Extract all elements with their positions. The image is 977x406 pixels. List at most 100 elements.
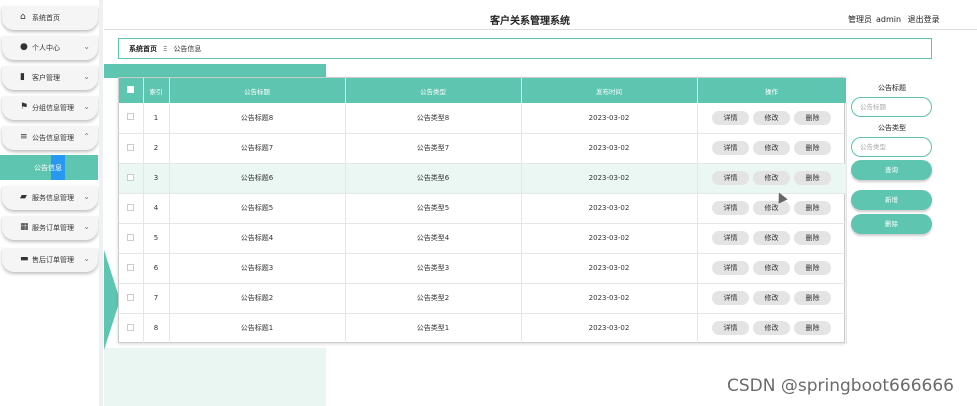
edit-button[interactable]: 修改: [753, 261, 790, 275]
type-filter-input[interactable]: [851, 137, 932, 157]
sidebar-item-notices[interactable]: ≡ 公告信息管理 ⌃: [2, 126, 98, 150]
cell-date: 2023-03-02: [521, 283, 698, 313]
folder-icon: ▰: [20, 192, 27, 202]
chevron-down-icon: ⌄: [83, 222, 90, 231]
user-icon: ●: [20, 42, 28, 52]
sidebar: ⌂ 系统首页 ● 个人中心 ⌄ ▮ 客户管理 ⌄ ⚑ 分组信息管理 ⌄ ≡ 公告…: [0, 0, 100, 406]
cell-title: 公告标题8: [169, 103, 346, 133]
detail-button[interactable]: 详情: [712, 291, 749, 305]
detail-button[interactable]: 详情: [712, 171, 749, 185]
sidebar-item-label: 个人中心: [32, 44, 60, 52]
cell-index: 7: [143, 283, 170, 313]
column-header-title: 公告标题: [169, 78, 346, 103]
cell-type: 公告类型5: [345, 193, 522, 223]
breadcrumb-separator-icon: Ξ: [163, 44, 168, 53]
cell-title: 公告标题1: [169, 313, 346, 343]
row-checkbox[interactable]: [119, 253, 144, 283]
breadcrumb: 系统首页 Ξ 公告信息: [118, 38, 932, 59]
query-button[interactable]: 查询: [851, 160, 932, 180]
logout-link[interactable]: 退出登录: [908, 15, 940, 24]
edit-button[interactable]: 修改: [753, 231, 790, 245]
cell-type: 公告类型1: [345, 313, 522, 343]
column-header-actions: 操作: [697, 78, 847, 103]
delete-button[interactable]: 删除: [794, 231, 831, 245]
chevron-down-icon: ⌄: [83, 72, 90, 81]
home-icon: ⌂: [20, 12, 26, 22]
edit-button[interactable]: 修改: [753, 291, 790, 305]
detail-button[interactable]: 详情: [712, 261, 749, 275]
breadcrumb-current: 公告信息: [173, 44, 202, 53]
cell-index: 1: [143, 103, 170, 133]
edit-button[interactable]: 修改: [753, 110, 790, 125]
sidebar-item-customers[interactable]: ▮ 客户管理 ⌄: [2, 66, 98, 90]
title-filter-input[interactable]: [851, 97, 932, 117]
sidebar-subitem-notice-info[interactable]: 公告信息: [0, 155, 98, 180]
row-checkbox[interactable]: [119, 313, 144, 343]
add-button[interactable]: 新增: [851, 190, 932, 210]
cell-actions: 详情 修改 删除: [697, 283, 847, 313]
inbox-icon: ▬: [20, 254, 29, 264]
row-checkbox[interactable]: [119, 193, 144, 223]
batch-delete-button[interactable]: 删除: [851, 214, 932, 234]
delete-button[interactable]: 删除: [794, 141, 831, 155]
cell-type: 公告类型6: [345, 163, 522, 193]
app-title: 客户关系管理系统: [490, 16, 570, 27]
delete-button[interactable]: 删除: [794, 171, 831, 185]
cell-index: 6: [143, 253, 170, 283]
detail-button[interactable]: 详情: [712, 321, 749, 335]
sidebar-item-aftersales-orders[interactable]: ▬ 售后订单管理 ⌄: [2, 248, 98, 272]
sidebar-item-label: 服务信息管理: [32, 194, 74, 202]
notice-table: 索引 公告标题 公告类型 发布时间 操作 1 公告标题8 公告类型8 2023-03-…: [118, 77, 847, 343]
chevron-down-icon: ⌄: [83, 192, 90, 201]
edit-button[interactable]: 修改: [753, 171, 790, 185]
cell-actions: 详情 修改 删除: [697, 313, 847, 343]
sidebar-item-label: 分组信息管理: [32, 104, 74, 112]
detail-button[interactable]: 详情: [712, 201, 749, 215]
column-header-index: 索引: [143, 78, 170, 103]
row-checkbox[interactable]: [119, 103, 144, 133]
cell-actions: 详情 修改 删除: [697, 223, 847, 253]
row-checkbox[interactable]: [119, 223, 144, 253]
cell-date: 2023-03-02: [521, 103, 698, 133]
username: admin: [876, 15, 902, 24]
detail-button[interactable]: 详情: [712, 110, 749, 125]
edit-button[interactable]: 修改: [753, 201, 790, 215]
sidebar-item-services[interactable]: ▰ 服务信息管理 ⌄: [2, 186, 98, 210]
cell-actions: 详情 修改 删除: [697, 253, 847, 283]
edit-button[interactable]: 修改: [753, 321, 790, 335]
flag-icon: ⚑: [20, 102, 29, 112]
detail-button[interactable]: 详情: [712, 231, 749, 245]
delete-button[interactable]: 删除: [794, 261, 831, 275]
row-checkbox[interactable]: [119, 163, 144, 193]
sidebar-item-profile[interactable]: ● 个人中心 ⌄: [2, 36, 98, 60]
table-row: 8 公告标题1 公告类型1 2023-03-02 详情 修改 删除: [119, 313, 847, 343]
sidebar-item-home[interactable]: ⌂ 系统首页: [2, 6, 98, 30]
cell-title: 公告标题3: [169, 253, 346, 283]
cell-type: 公告类型8: [345, 103, 522, 133]
breadcrumb-home[interactable]: 系统首页: [129, 44, 157, 54]
row-checkbox[interactable]: [119, 133, 144, 163]
cell-date: 2023-03-02: [521, 133, 698, 163]
sidebar-item-groups[interactable]: ⚑ 分组信息管理 ⌄: [2, 96, 98, 120]
cell-title: 公告标题6: [169, 163, 346, 193]
select-all-checkbox[interactable]: [119, 78, 144, 103]
delete-button[interactable]: 删除: [794, 110, 831, 125]
table-row: 7 公告标题2 公告类型2 2023-03-02 详情 修改 删除: [119, 283, 847, 313]
cell-actions: 详情 修改 删除: [697, 193, 847, 223]
cell-title: 公告标题4: [169, 223, 346, 253]
watermark: CSDN @springboot666666: [727, 376, 954, 396]
delete-button[interactable]: 删除: [794, 201, 831, 215]
detail-button[interactable]: 详情: [712, 141, 749, 155]
edit-button[interactable]: 修改: [753, 141, 790, 155]
table-header-row: 索引 公告标题 公告类型 发布时间 操作: [119, 78, 847, 103]
cell-index: 3: [143, 163, 170, 193]
sidebar-item-label: 售后订单管理: [32, 256, 74, 264]
cell-index: 2: [143, 133, 170, 163]
delete-button[interactable]: 删除: [794, 291, 831, 305]
row-checkbox[interactable]: [119, 283, 144, 313]
delete-button[interactable]: 删除: [794, 321, 831, 335]
cell-index: 8: [143, 313, 170, 343]
sidebar-item-label: 服务订单管理: [32, 224, 74, 232]
cell-title: 公告标题7: [169, 133, 346, 163]
sidebar-item-service-orders[interactable]: ▦ 服务订单管理 ⌄: [2, 216, 98, 240]
